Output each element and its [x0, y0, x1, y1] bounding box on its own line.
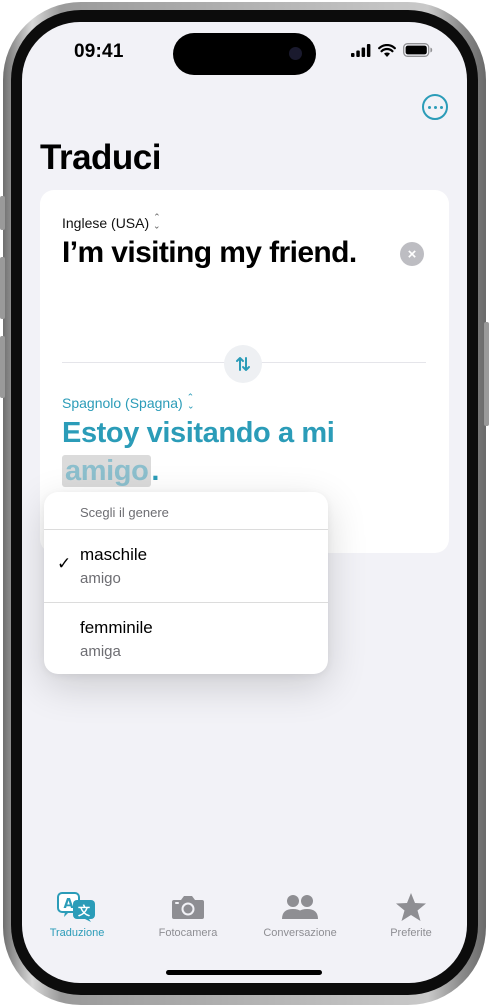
volume-down-button	[0, 336, 5, 398]
status-icons	[351, 43, 433, 57]
home-indicator[interactable]	[166, 970, 322, 975]
source-language-selector[interactable]: Inglese (USA) ⌃ ⌃	[62, 212, 161, 232]
target-language-label: Spagnolo (Spagna)	[62, 395, 183, 411]
target-language-selector[interactable]: Spagnolo (Spagna) ⌃ ⌃	[62, 392, 195, 412]
tab-bar: A 文 Traduzione Fotocamera Conversazione …	[22, 890, 467, 950]
tab-traduzione[interactable]: A 文 Traduzione	[27, 890, 127, 939]
power-button	[484, 322, 489, 426]
tab-label: Preferite	[390, 927, 432, 939]
gender-menu-title: Scegli il genere	[44, 492, 328, 530]
ellipsis-circle-icon[interactable]	[422, 94, 448, 120]
cellular-signal-icon	[351, 43, 371, 57]
tab-preferite[interactable]: Preferite	[361, 890, 461, 939]
page-title: Traduci	[40, 138, 161, 177]
translated-text-end: .	[151, 455, 160, 487]
tab-conversazione[interactable]: Conversazione	[250, 890, 350, 939]
tab-label: Fotocamera	[158, 927, 218, 939]
tab-label: Conversazione	[263, 927, 337, 939]
tab-fotocamera[interactable]: Fotocamera	[138, 890, 238, 939]
close-icon: ×	[407, 245, 417, 263]
swap-languages-button[interactable]	[224, 345, 262, 383]
svg-text:文: 文	[78, 903, 91, 918]
option-value: amiga	[80, 643, 121, 660]
chevron-up-down-icon: ⌃ ⌃	[186, 392, 195, 411]
option-label: maschile	[80, 545, 148, 564]
translated-text[interactable]: Estoy visitando a mi amigo.	[62, 414, 432, 490]
svg-text:A: A	[63, 897, 73, 912]
tab-label: Traduzione	[49, 927, 105, 939]
volume-up-button	[0, 257, 5, 319]
checkmark-icon: ✓	[57, 554, 72, 573]
dynamic-island	[173, 33, 316, 75]
source-text[interactable]: I’m visiting my friend.	[62, 236, 357, 270]
option-label: femminile	[80, 618, 153, 637]
gender-menu: Scegli il genere ✓ maschile amigo femmin…	[44, 492, 328, 674]
battery-icon	[403, 43, 433, 57]
status-bar: 09:41	[22, 22, 467, 82]
people-icon	[282, 895, 318, 919]
translate-icon: A 文	[57, 892, 95, 922]
camera-lens	[289, 47, 302, 60]
swap-arrows-icon	[236, 357, 250, 371]
star-icon	[396, 893, 426, 921]
wifi-icon	[378, 43, 396, 57]
source-language-label: Inglese (USA)	[62, 215, 150, 231]
option-value: amigo	[80, 570, 121, 587]
translated-text-start: Estoy visitando a mi	[62, 417, 335, 449]
action-button	[0, 196, 5, 230]
highlighted-word[interactable]: amigo	[62, 455, 152, 487]
status-time: 09:41	[74, 41, 124, 62]
screen: 09:41 Traduci Inglese (USA) ⌃ ⌃ I’m visi…	[22, 22, 467, 983]
gender-option-masculine[interactable]: ✓ maschile amigo	[44, 530, 328, 603]
clear-text-button[interactable]: ×	[400, 242, 424, 266]
gender-option-feminine[interactable]: femminile amiga	[44, 603, 328, 674]
chevron-up-down-icon: ⌃ ⌃	[153, 212, 161, 231]
camera-icon	[172, 896, 204, 919]
